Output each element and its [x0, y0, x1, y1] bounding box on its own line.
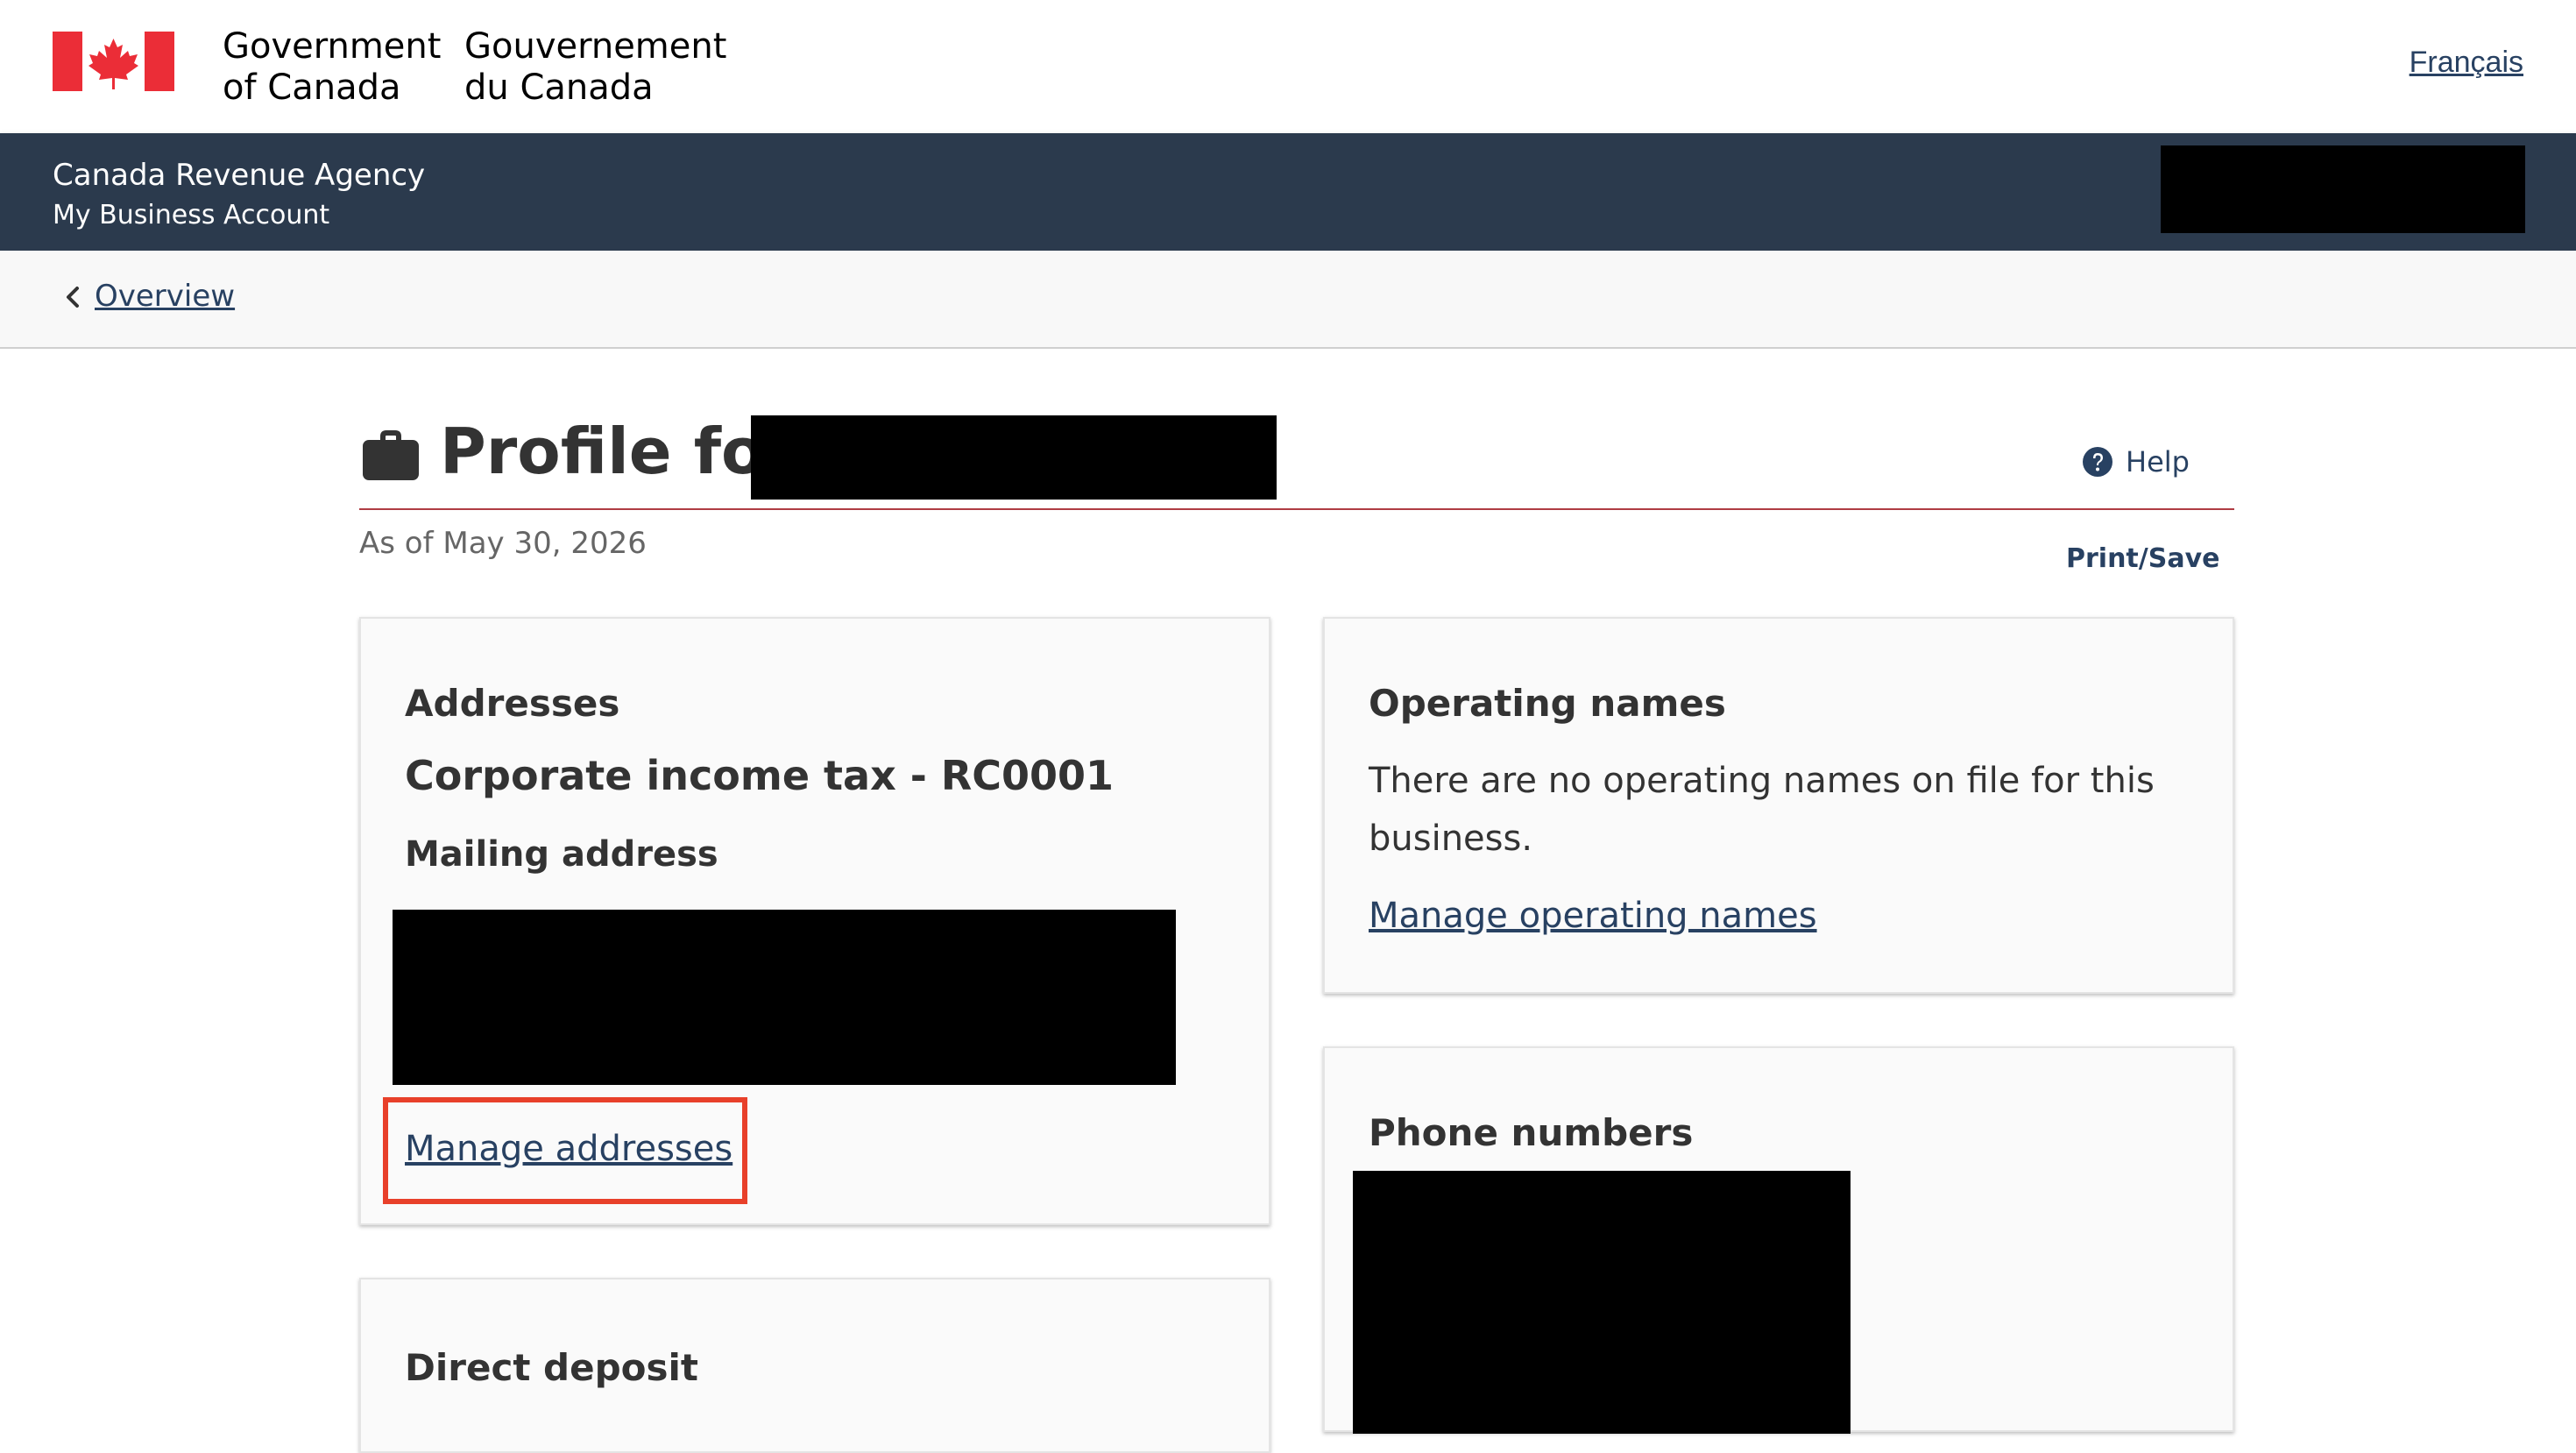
- government-signature-en: Government of Canada: [223, 26, 442, 108]
- redacted-user-menu: [2161, 145, 2525, 233]
- direct-deposit-heading: Direct deposit: [405, 1346, 698, 1389]
- breadcrumb: Overview: [0, 251, 2576, 349]
- direct-deposit-card: Direct deposit: [359, 1278, 1270, 1453]
- breadcrumb-overview-link[interactable]: Overview: [95, 279, 235, 314]
- chevron-left-icon: [67, 287, 79, 308]
- page-title: Profile for: [440, 415, 796, 488]
- as-of-date: As of May 30, 2026: [359, 526, 647, 561]
- agency-name: Canada Revenue Agency: [53, 158, 426, 193]
- addresses-heading: Addresses: [405, 682, 620, 725]
- phone-numbers-heading: Phone numbers: [1369, 1111, 1694, 1154]
- manage-operating-names-link[interactable]: Manage operating names: [1369, 896, 1817, 936]
- print-save-button[interactable]: Print/Save: [2066, 543, 2219, 574]
- redacted-mailing-address: [393, 910, 1176, 1085]
- operating-names-card: Operating names There are no operating n…: [1323, 617, 2234, 994]
- highlight-annotation: [383, 1097, 747, 1204]
- app-bar: Canada Revenue Agency My Business Accoun…: [0, 133, 2576, 251]
- title-divider: [359, 508, 2234, 510]
- operating-names-message: There are no operating names on file for…: [1369, 761, 2155, 859]
- government-signature-fr: Gouvernement du Canada: [464, 26, 727, 108]
- help-label: Help: [2126, 445, 2190, 478]
- program-account-heading: Corporate income tax - RC0001: [405, 752, 1115, 799]
- question-circle-icon: [2083, 447, 2112, 477]
- canada-flag-icon: [53, 32, 174, 91]
- redacted-phone-numbers: [1353, 1171, 1851, 1434]
- operating-names-heading: Operating names: [1369, 682, 1726, 725]
- language-toggle-link[interactable]: Français: [2410, 46, 2523, 80]
- mailing-address-heading: Mailing address: [405, 834, 718, 875]
- help-link[interactable]: Help: [2082, 445, 2190, 478]
- phone-numbers-card: Phone numbers: [1323, 1046, 2234, 1434]
- redacted-business-name: [751, 415, 1277, 500]
- briefcase-icon: [363, 430, 419, 480]
- global-header: Government of Canada Gouvernement du Can…: [0, 0, 2576, 133]
- account-name: My Business Account: [53, 200, 330, 230]
